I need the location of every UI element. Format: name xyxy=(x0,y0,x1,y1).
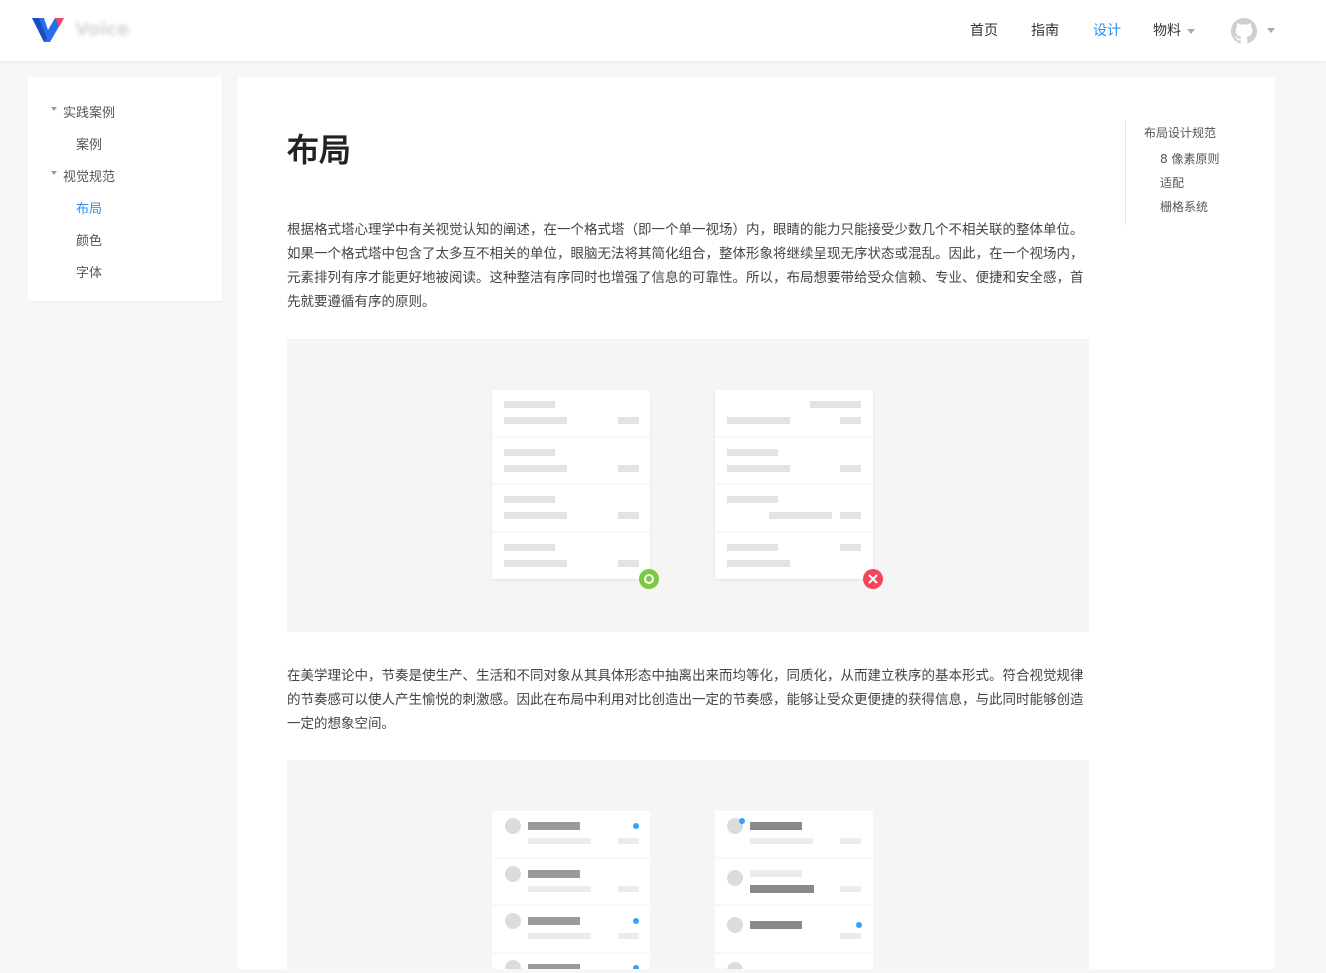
main-content: 布局 根据格式塔心理学中有关视觉认知的阐述，在一个格式塔（即一个单一视场）内，眼… xyxy=(238,77,1275,973)
good-card xyxy=(492,390,650,579)
sidebar-item-layout[interactable]: 布局 xyxy=(76,198,102,217)
toc-item-adapt[interactable]: 适配 xyxy=(1160,174,1184,191)
rhythm-illustration xyxy=(492,811,873,973)
rhythm-card-right xyxy=(715,811,873,973)
toc-item-8px[interactable]: 8 像素原则 xyxy=(1160,150,1219,167)
nav-guide[interactable]: 指南 xyxy=(1031,20,1059,40)
table-of-contents: 布局设计规范 8 像素原则 适配 栅格系统 xyxy=(1125,120,1219,225)
sidebar-group-visual[interactable]: 视觉规范 xyxy=(63,166,115,185)
page-title: 布局 xyxy=(287,131,352,169)
sidebar-item-cases[interactable]: 案例 xyxy=(76,134,102,153)
rhythm-card-left xyxy=(492,811,650,973)
github-chevron-down-icon[interactable] xyxy=(1267,28,1275,33)
nav-materials-label: 物料 xyxy=(1153,23,1181,39)
correct-icon xyxy=(639,569,659,589)
brand-name[interactable]: Voice xyxy=(75,19,129,40)
top-header: Voice 首页 指南 设计 物料 xyxy=(0,0,1326,61)
toc-item-grid[interactable]: 栅格系统 xyxy=(1160,198,1208,215)
alignment-illustration xyxy=(492,390,883,589)
bad-card xyxy=(715,390,873,579)
chevron-down-icon xyxy=(1187,28,1195,34)
sidebar-item-font[interactable]: 字体 xyxy=(76,262,102,281)
sidebar-item-color[interactable]: 颜色 xyxy=(76,230,102,249)
github-icon[interactable] xyxy=(1231,18,1257,44)
paragraph-rhythm: 在美学理论中，节奏是使生产、生活和不同对象从其具体形态中抽离出来而均等化，同质化… xyxy=(287,668,1084,732)
nav-design[interactable]: 设计 xyxy=(1093,20,1121,40)
nav-materials[interactable]: 物料 xyxy=(1153,20,1195,40)
expand-triangle-icon[interactable] xyxy=(51,107,57,111)
sidebar: 实践案例 案例 视觉规范 布局 颜色 字体 xyxy=(28,77,222,301)
expand-triangle-icon[interactable] xyxy=(51,171,57,175)
sidebar-group-practice[interactable]: 实践案例 xyxy=(63,102,115,121)
paragraph-gestalt: 根据格式塔心理学中有关视觉认知的阐述，在一个格式塔（即一个单一视场）内，眼睛的能… xyxy=(287,222,1084,310)
nav-home[interactable]: 首页 xyxy=(970,20,998,40)
figure-rhythm xyxy=(287,760,1089,973)
toc-item-layout-spec[interactable]: 布局设计规范 xyxy=(1144,124,1216,141)
voice-logo[interactable] xyxy=(30,14,66,44)
figure-alignment xyxy=(287,339,1089,632)
